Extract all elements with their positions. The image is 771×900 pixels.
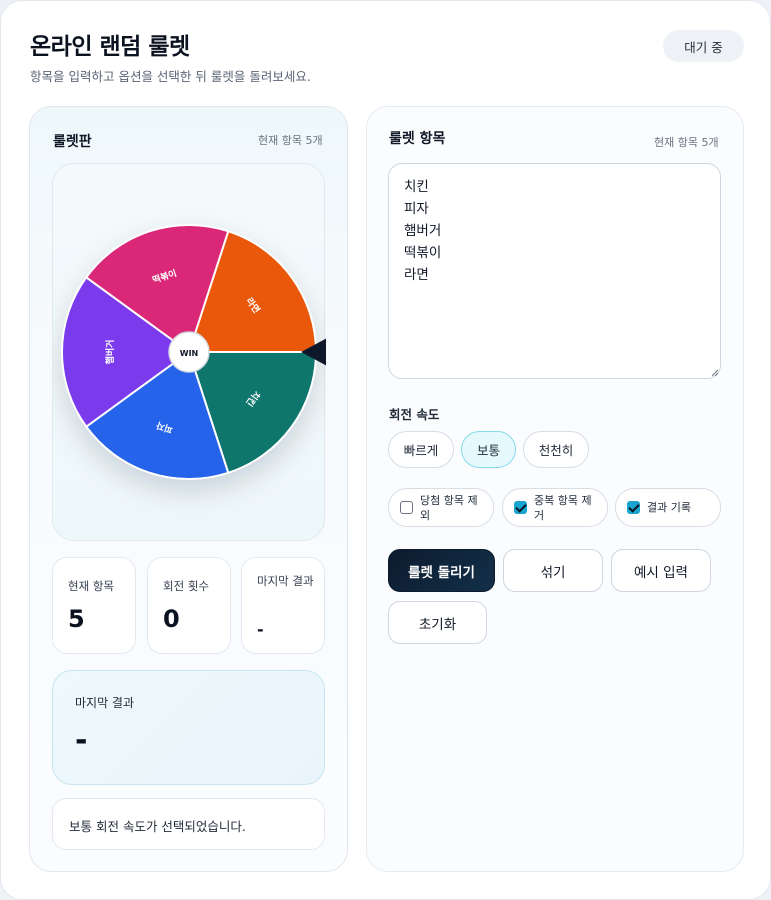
status-message: 보통 회전 속도가 선택되었습니다. — [52, 798, 325, 850]
reset-button[interactable]: 초기화 — [388, 601, 487, 644]
spin-button[interactable]: 룰렛 돌리기 — [388, 549, 495, 592]
stat-card-last: 마지막 결과 - — [241, 557, 325, 654]
exclude-winner-label: 당첨 항목 제외 — [420, 494, 478, 522]
wheel-segment-label: 햄버거 — [104, 340, 116, 365]
wheel-panel: 룰렛판 현재 항목 5개 라면 치킨 피자 햄버거 떡볶이 WIN 현재 항목 5 회전 — [29, 106, 348, 872]
speed-fast-button[interactable]: 빠르게 — [388, 431, 454, 468]
remove-duplicates-checkbox[interactable] — [514, 501, 527, 514]
record-results-label: 결과 기록 — [647, 501, 691, 514]
page-subtitle: 항목을 입력하고 옵션을 선택한 뒤 룰렛을 돌려보세요. — [30, 69, 311, 84]
stat-items-value: 5 — [68, 605, 85, 633]
settings-panel: 룰렛 항목 현재 항목 5개 회전 속도 빠르게 보통 천천히 당첨 항목 제외… — [366, 106, 744, 872]
stat-card-spins: 회전 횟수 0 — [147, 557, 231, 654]
stat-card-items: 현재 항목 5 — [52, 557, 136, 654]
stat-items-label: 현재 항목 — [68, 579, 114, 593]
wheel-container: 라면 치킨 피자 햄버거 떡볶이 WIN — [52, 163, 326, 542]
items-panel-title: 룰렛 항목 — [389, 131, 446, 147]
speed-slow-button[interactable]: 천천히 — [523, 431, 589, 468]
speed-label: 회전 속도 — [389, 407, 440, 422]
stat-last-value: - — [257, 620, 264, 639]
exclude-winner-checkbox[interactable] — [400, 501, 413, 514]
remove-duplicates-label: 중복 항목 제거 — [534, 494, 592, 522]
wheel-panel-title: 룰렛판 — [53, 134, 92, 150]
items-count: 현재 항목 5개 — [654, 136, 719, 149]
speed-normal-button[interactable]: 보통 — [461, 431, 516, 468]
status-badge: 대기 중 — [663, 30, 744, 62]
example-button[interactable]: 예시 입력 — [611, 549, 711, 592]
option-exclude-winner[interactable]: 당첨 항목 제외 — [388, 488, 494, 527]
page-title: 온라인 랜덤 룰렛 — [30, 34, 190, 60]
shuffle-button[interactable]: 섞기 — [503, 549, 603, 592]
stat-spins-value: 0 — [163, 605, 180, 633]
stat-spins-label: 회전 횟수 — [163, 579, 209, 593]
option-record-results[interactable]: 결과 기록 — [615, 488, 721, 527]
wheel-item-count: 현재 항목 5개 — [258, 134, 323, 147]
record-results-checkbox[interactable] — [627, 501, 640, 514]
result-card: 마지막 결과 - — [52, 670, 325, 785]
stat-last-label: 마지막 결과 — [257, 574, 314, 588]
result-label: 마지막 결과 — [75, 696, 135, 710]
roulette-wheel[interactable]: 라면치킨피자햄버거떡볶이 WIN — [53, 164, 326, 542]
wheel-center-label: WIN — [180, 349, 199, 358]
option-remove-duplicates[interactable]: 중복 항목 제거 — [502, 488, 608, 527]
items-textarea[interactable] — [388, 163, 721, 379]
result-value: - — [75, 723, 88, 758]
app-window: 온라인 랜덤 룰렛 항목을 입력하고 옵션을 선택한 뒤 룰렛을 돌려보세요. … — [0, 0, 771, 900]
resize-handle-icon[interactable] — [711, 369, 719, 377]
